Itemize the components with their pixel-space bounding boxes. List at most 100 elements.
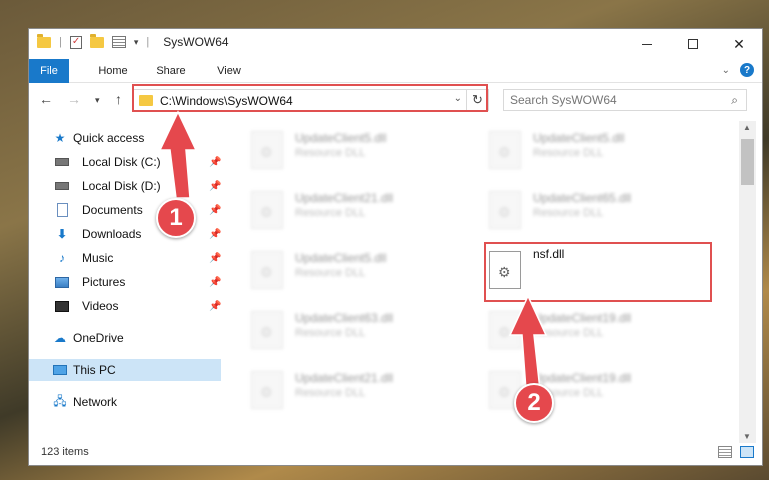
dll-file-icon: [489, 191, 521, 229]
sidebar-item-local-disk-c[interactable]: Local Disk (C:) 📌: [29, 151, 221, 173]
help-icon[interactable]: ?: [740, 63, 754, 77]
address-highlight-box: [132, 84, 488, 112]
file-item[interactable]: UpdateClient19.dll Resource DLL: [489, 305, 699, 357]
status-bar: 123 items: [29, 441, 762, 465]
download-icon: ⬇: [56, 227, 68, 241]
file-item[interactable]: UpdateClient65.dll Resource DLL: [489, 185, 699, 237]
file-type: Resource DLL: [533, 327, 604, 339]
sidebar-item-videos[interactable]: Videos 📌: [29, 295, 221, 317]
search-input[interactable]: [504, 90, 714, 110]
folder-icon: [37, 33, 51, 48]
sidebar-item-quick-access[interactable]: ★ Quick access: [29, 127, 221, 149]
view-options-icon[interactable]: [111, 36, 126, 48]
sidebar-item-label: Local Disk (D:): [82, 179, 161, 193]
pin-icon[interactable]: 📌: [209, 181, 221, 192]
sidebar-item-label: Videos: [82, 299, 119, 313]
file-type: Resource DLL: [295, 147, 366, 159]
new-folder-icon[interactable]: [89, 33, 104, 48]
expand-ribbon-icon[interactable]: ⌄: [722, 65, 730, 76]
minimize-button[interactable]: [624, 29, 670, 59]
window-controls: ✕: [624, 29, 762, 59]
dll-file-icon: [251, 251, 283, 289]
file-name: UpdateClient65.dll: [533, 191, 632, 205]
drive-icon: [55, 155, 69, 169]
file-item[interactable]: UpdateClient5.dll Resource DLL: [251, 245, 461, 297]
file-item[interactable]: UpdateClient21.dll Resource DLL: [251, 365, 461, 417]
file-item[interactable]: UpdateClient21.dll Resource DLL: [251, 185, 461, 237]
search-icon[interactable]: ⌕: [731, 93, 738, 108]
dll-file-icon: [489, 311, 521, 349]
file-name: UpdateClient19.dll: [533, 371, 632, 385]
maximize-button[interactable]: [670, 29, 716, 59]
file-type: Resource DLL: [533, 207, 604, 219]
minimize-icon: [642, 43, 652, 45]
file-name: UpdateClient5.dll: [295, 131, 387, 145]
file-type: Resource DLL: [295, 387, 366, 399]
properties-icon[interactable]: [69, 35, 82, 49]
videos-icon: [55, 299, 69, 313]
file-name: UpdateClient5.dll: [533, 131, 625, 145]
drive-icon: [55, 179, 69, 193]
tab-view[interactable]: View: [209, 59, 249, 83]
file-item[interactable]: UpdateClient63.dll Resource DLL: [251, 305, 461, 357]
up-arrow-icon[interactable]: ↑: [115, 91, 122, 107]
item-count: 123 items: [41, 446, 89, 458]
pin-icon[interactable]: 📌: [209, 277, 221, 288]
vertical-scrollbar[interactable]: ▲ ▼: [739, 121, 756, 443]
sidebar-item-onedrive[interactable]: ☁ OneDrive: [29, 327, 221, 349]
customize-dropdown-icon[interactable]: ▾: [134, 37, 139, 48]
dll-file-icon: [251, 371, 283, 409]
sidebar-item-pictures[interactable]: Pictures 📌: [29, 271, 221, 293]
close-icon: ✕: [733, 35, 745, 52]
window-title: SysWOW64: [163, 35, 229, 49]
ribbon-controls: ⌄ ?: [722, 63, 754, 77]
back-arrow-icon[interactable]: ←: [39, 91, 53, 107]
title-bar: | ▾ | SysWOW64 ✕: [29, 29, 762, 59]
search-box[interactable]: ⌕: [503, 89, 747, 111]
pin-icon[interactable]: 📌: [209, 205, 221, 216]
toolbar-divider: |: [146, 36, 150, 48]
recent-locations-icon[interactable]: ▾: [95, 95, 100, 106]
pin-icon[interactable]: 📌: [209, 229, 221, 240]
tab-share[interactable]: Share: [151, 59, 191, 83]
sidebar-item-label: Music: [82, 251, 114, 265]
pc-icon: [53, 363, 67, 377]
file-highlight-box: [484, 242, 712, 302]
sidebar-item-label: This PC: [73, 363, 116, 377]
tab-file[interactable]: File: [29, 59, 69, 83]
scroll-up-icon[interactable]: ▲: [743, 123, 751, 132]
scrollbar-thumb[interactable]: [741, 139, 754, 185]
pin-icon[interactable]: 📌: [209, 301, 221, 312]
forward-arrow-icon[interactable]: →: [67, 91, 81, 107]
dll-file-icon: [489, 131, 521, 169]
sidebar-item-this-pc[interactable]: This PC: [29, 359, 221, 381]
dll-file-icon: [251, 311, 283, 349]
large-icons-view-icon[interactable]: [740, 446, 754, 458]
file-type: Resource DLL: [533, 147, 604, 159]
maximize-icon: [688, 39, 698, 49]
quick-access-toolbar: | ▾ | SysWOW64: [37, 33, 229, 49]
sidebar-item-local-disk-d[interactable]: Local Disk (D:) 📌: [29, 175, 221, 197]
scroll-down-icon[interactable]: ▼: [743, 432, 751, 441]
file-item[interactable]: UpdateClient5.dll Resource DLL: [251, 125, 461, 177]
pin-icon[interactable]: 📌: [209, 253, 221, 264]
file-item[interactable]: UpdateClient5.dll Resource DLL: [489, 125, 699, 177]
tab-home[interactable]: Home: [91, 59, 135, 83]
sidebar-item-label: Quick access: [73, 131, 145, 145]
sidebar-item-label: OneDrive: [73, 331, 124, 345]
toolbar-divider: |: [59, 36, 62, 48]
details-view-icon[interactable]: [718, 446, 732, 458]
cloud-icon: ☁: [54, 331, 66, 345]
star-icon: ★: [54, 131, 66, 145]
pin-icon[interactable]: 📌: [209, 157, 221, 168]
file-type: Resource DLL: [295, 327, 366, 339]
file-name: UpdateClient63.dll: [295, 311, 394, 325]
dll-file-icon: [251, 131, 283, 169]
sidebar-item-label: Local Disk (C:): [82, 155, 161, 169]
file-name: UpdateClient5.dll: [295, 251, 387, 265]
sidebar-item-network[interactable]: 🖧 Network: [29, 391, 221, 413]
close-button[interactable]: ✕: [716, 29, 762, 59]
file-name: UpdateClient21.dll: [295, 371, 394, 385]
ribbon-tabs: File Home Share View ⌄ ?: [29, 59, 762, 83]
sidebar-item-music[interactable]: ♪ Music 📌: [29, 247, 221, 269]
